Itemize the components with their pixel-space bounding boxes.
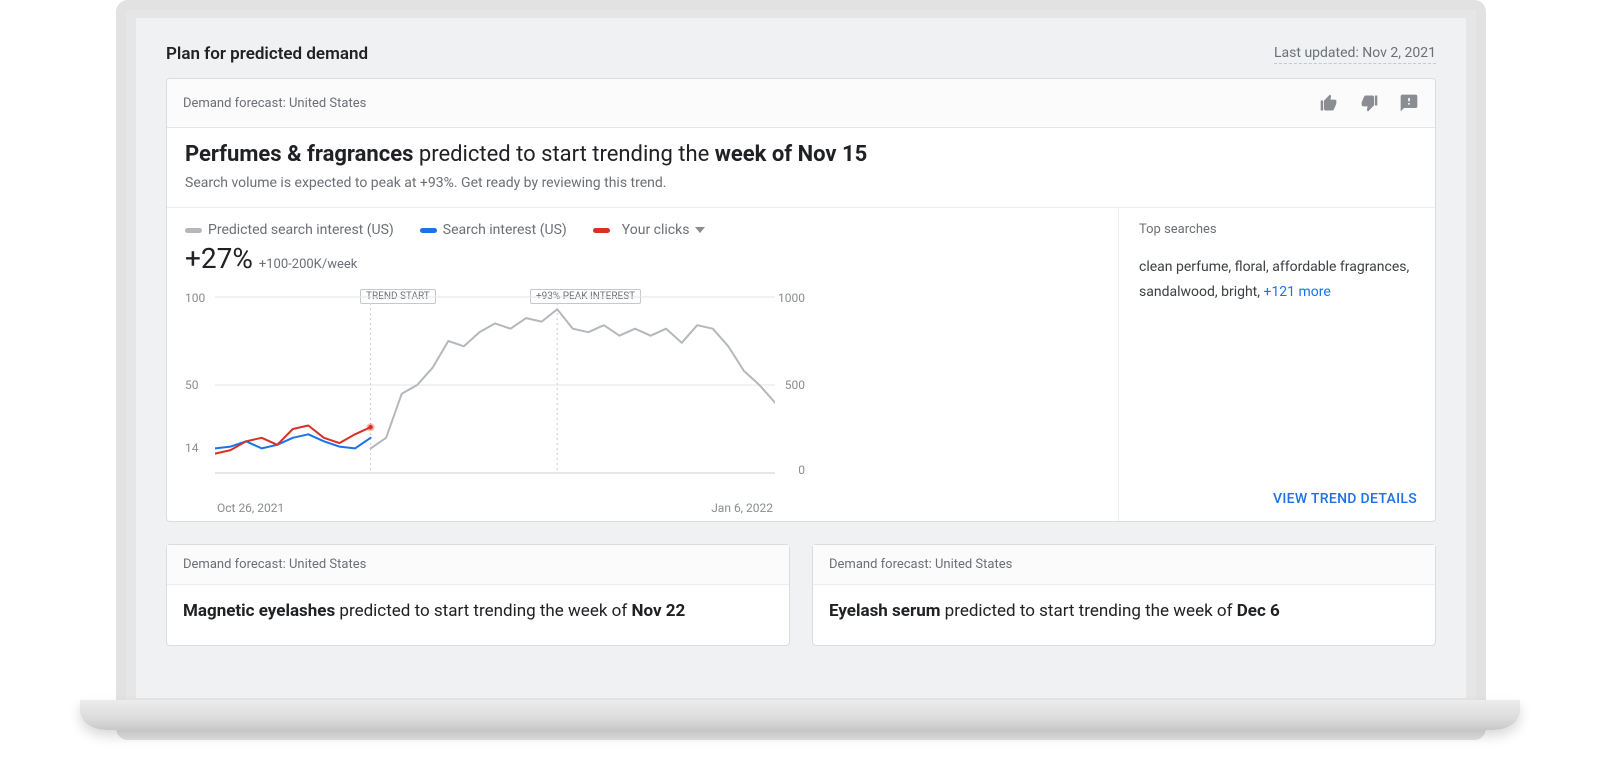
chevron-down-icon bbox=[695, 227, 705, 233]
view-trend-details-link[interactable]: VIEW TREND DETAILS bbox=[1139, 491, 1417, 507]
feedback-icon[interactable] bbox=[1399, 93, 1419, 113]
screen: Plan for predicted demand Last updated: … bbox=[136, 18, 1466, 698]
legend-predicted: Predicted search interest (US) bbox=[185, 222, 394, 238]
thumbs-up-icon[interactable] bbox=[1319, 93, 1339, 113]
legend-search: Search interest (US) bbox=[420, 222, 567, 238]
forecast-source: Demand forecast: United States bbox=[183, 96, 366, 111]
growth-rate: +100-200K/week bbox=[259, 257, 357, 272]
small-card-text: Eyelash serum predicted to start trendin… bbox=[813, 585, 1435, 645]
y-right-0: 0 bbox=[798, 463, 805, 477]
small-forecast-card-2[interactable]: Demand forecast: United States Eyelash s… bbox=[812, 544, 1436, 646]
forecast-headline: Perfumes & fragrances predicted to start… bbox=[185, 142, 1417, 167]
headline-mid: predicted to start trending the bbox=[413, 142, 714, 167]
top-searches-more-link[interactable]: +121 more bbox=[1264, 284, 1331, 300]
page-title: Plan for predicted demand bbox=[166, 44, 368, 64]
x-end: Jan 6, 2022 bbox=[711, 501, 773, 515]
y-left-100: 100 bbox=[185, 291, 205, 305]
y-right-500: 500 bbox=[785, 378, 805, 392]
headline-topic: Perfumes & fragrances bbox=[185, 142, 413, 167]
legend-your-clicks-dropdown[interactable]: Your clicks bbox=[593, 222, 706, 238]
last-updated: Last updated: Nov 2, 2021 bbox=[1274, 45, 1436, 64]
small-card-source: Demand forecast: United States bbox=[167, 545, 789, 585]
y-left-50: 50 bbox=[185, 378, 199, 392]
forecast-subtitle: Search volume is expected to peak at +93… bbox=[185, 175, 1417, 191]
chart-svg bbox=[215, 295, 775, 495]
y-right-1000: 1000 bbox=[778, 291, 805, 305]
headline-date: week of Nov 15 bbox=[715, 142, 868, 167]
small-card-text: Magnetic eyelashes predicted to start tr… bbox=[167, 585, 789, 645]
main-forecast-card: Demand forecast: United States Perfumes … bbox=[166, 78, 1436, 522]
growth-percent: +27% bbox=[185, 242, 253, 275]
top-searches-terms: clean perfume, floral, affordable fragra… bbox=[1139, 255, 1417, 305]
thumbs-down-icon[interactable] bbox=[1359, 93, 1379, 113]
top-searches-title: Top searches bbox=[1139, 222, 1417, 237]
small-card-source: Demand forecast: United States bbox=[813, 545, 1435, 585]
y-left-14: 14 bbox=[185, 441, 199, 455]
trend-chart: 100 50 14 1000 500 0 Oct 26, 2021 Jan 6,… bbox=[185, 283, 805, 511]
laptop-base bbox=[80, 700, 1520, 730]
small-forecast-card-1[interactable]: Demand forecast: United States Magnetic … bbox=[166, 544, 790, 646]
x-start: Oct 26, 2021 bbox=[217, 501, 284, 515]
